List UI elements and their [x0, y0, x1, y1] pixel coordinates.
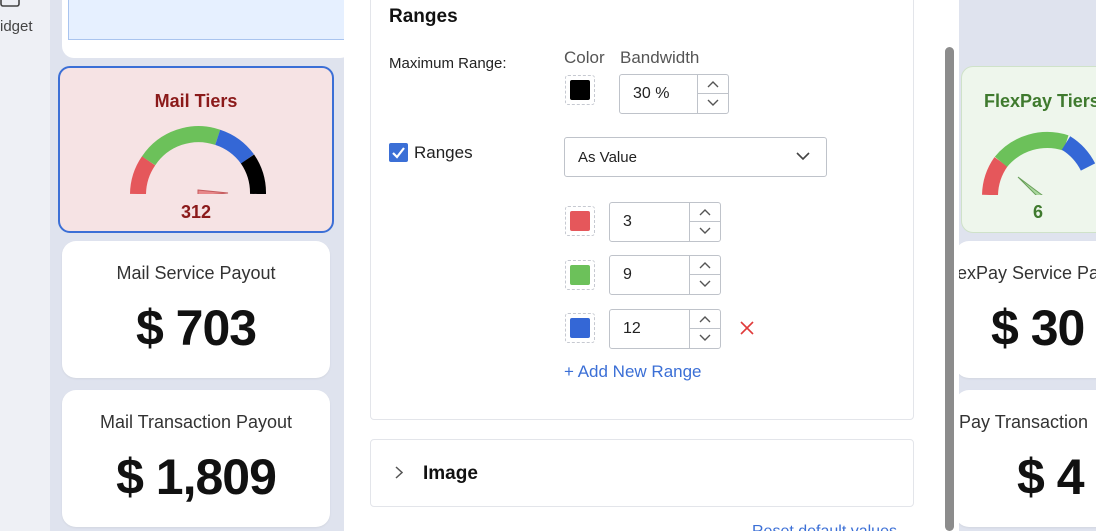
stepper	[697, 75, 728, 113]
stepper	[689, 256, 720, 294]
color-swatch	[570, 80, 590, 100]
gauge-value: 312	[180, 202, 212, 222]
ranges-checkbox-label[interactable]: Ranges	[414, 143, 473, 163]
range-color-picker[interactable]	[565, 313, 595, 343]
scrollbar-thumb[interactable]	[945, 47, 954, 531]
add-new-range-link[interactable]: + Add New Range	[564, 362, 702, 382]
check-icon	[392, 147, 405, 159]
left-rail: idget	[0, 0, 50, 531]
chevron-right-icon	[395, 466, 403, 479]
chevron-up-icon	[707, 81, 719, 88]
color-swatch	[570, 318, 590, 338]
maximum-range-label: Maximum Range:	[389, 55, 507, 72]
image-section-title: Image	[423, 463, 478, 484]
flexpay-transaction-payout-card[interactable]: Pay Transaction $ 4	[955, 390, 1096, 527]
widget-label[interactable]: idget	[0, 18, 33, 35]
color-swatch	[570, 265, 590, 285]
color-column-label: Color	[564, 48, 605, 67]
gauge-title: Mail Tiers	[154, 91, 238, 111]
card-title: exPay Service Pa	[957, 263, 1096, 283]
card-title: Pay Transaction	[959, 412, 1089, 432]
range-mode-select[interactable]: As Value	[564, 137, 827, 177]
color-swatch	[570, 211, 590, 231]
stepper	[689, 310, 720, 348]
reset-default-link[interactable]: Reset default values	[752, 523, 897, 531]
chevron-down-icon	[699, 334, 711, 341]
selected-widget-area	[68, 0, 346, 40]
bandwidth-input[interactable]: 30 %	[619, 74, 729, 114]
remove-range-icon[interactable]	[739, 320, 755, 336]
image-section[interactable]: Image	[370, 439, 914, 507]
widget-icon[interactable]	[0, 0, 22, 12]
chevron-down-icon	[707, 99, 719, 106]
flexpay-tiers-gauge-card[interactable]: FlexPay Tiers 6	[961, 66, 1096, 233]
card-title: Mail Service Payout	[116, 263, 276, 283]
chevron-up-icon	[699, 209, 711, 216]
flexpay-service-payout-card[interactable]: exPay Service Pa $ 30	[955, 241, 1096, 378]
bandwidth-column-label: Bandwidth	[620, 48, 700, 67]
gauge-chart	[982, 132, 1096, 195]
range-mode-value: As Value	[578, 149, 637, 166]
gauge-needle	[1017, 176, 1043, 195]
bandwidth-value: 30 %	[633, 85, 670, 102]
chevron-down-icon	[699, 280, 711, 287]
card-value: $ 30	[991, 300, 1085, 356]
gauge-needle	[197, 189, 229, 194]
gauge-value: 6	[1033, 202, 1044, 222]
decrement-button[interactable]	[698, 94, 728, 113]
mail-transaction-payout-card[interactable]: Mail Transaction Payout $ 1,809	[62, 390, 330, 527]
range-value-input[interactable]: 12	[609, 309, 721, 349]
increment-button[interactable]	[698, 75, 728, 94]
decrement-button[interactable]	[690, 329, 720, 348]
card-value: $ 1,809	[116, 449, 277, 505]
card-title: Mail Transaction Payout	[99, 412, 293, 432]
ranges-checkbox[interactable]	[389, 143, 408, 162]
chevron-down-icon	[699, 227, 711, 234]
chevron-up-icon	[699, 316, 711, 323]
chevron-down-icon	[796, 152, 810, 161]
increment-button[interactable]	[690, 256, 720, 275]
mail-service-payout-card[interactable]: Mail Service Payout $ 703	[62, 241, 330, 378]
ranges-section-title: Ranges	[389, 6, 458, 27]
range-value: 9	[623, 266, 632, 283]
selected-widget-card[interactable]	[62, 0, 352, 58]
max-range-color-picker[interactable]	[565, 75, 595, 105]
range-color-picker[interactable]	[565, 206, 595, 236]
card-value: $ 703	[135, 300, 257, 356]
range-value-input[interactable]: 3	[609, 202, 721, 242]
card-value: $ 4	[1017, 449, 1085, 505]
gauge-chart	[130, 126, 266, 194]
stepper	[689, 203, 720, 241]
range-value: 3	[623, 213, 632, 230]
range-value-input[interactable]: 9	[609, 255, 721, 295]
mail-tiers-gauge-card[interactable]: Mail Tiers 312	[58, 66, 334, 233]
increment-button[interactable]	[690, 203, 720, 222]
increment-button[interactable]	[690, 310, 720, 329]
range-color-picker[interactable]	[565, 260, 595, 290]
chevron-up-icon	[699, 262, 711, 269]
gauge-title: FlexPay Tiers	[984, 91, 1096, 111]
decrement-button[interactable]	[690, 222, 720, 241]
decrement-button[interactable]	[690, 275, 720, 294]
range-value: 12	[623, 320, 641, 337]
